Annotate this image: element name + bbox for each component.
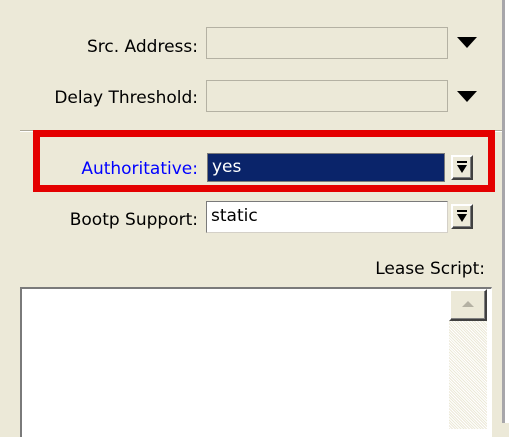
bootp-support-field[interactable]: static — [206, 201, 448, 233]
bootp-support-dropdown-button[interactable] — [451, 204, 473, 229]
src-address-dropdown-icon[interactable] — [457, 37, 477, 48]
src-address-field[interactable] — [206, 27, 448, 59]
scroll-up-icon — [462, 301, 474, 307]
bootp-support-label: Bootp Support: — [69, 210, 198, 230]
src-address-label: Src. Address: — [87, 37, 198, 57]
bootp-support-value: static — [211, 206, 258, 226]
lease-script-label: Lease Script: — [375, 259, 485, 279]
delay-threshold-field[interactable] — [206, 80, 448, 112]
dropdown-bar-icon — [457, 210, 467, 212]
delay-threshold-dropdown-icon[interactable] — [457, 91, 477, 102]
scroll-up-button[interactable] — [449, 289, 487, 321]
panel-border-light — [505, 0, 509, 423]
red-highlight-box — [33, 130, 495, 192]
lease-script-textarea[interactable] — [20, 287, 492, 437]
dropdown-arrow-icon — [457, 214, 467, 222]
delay-threshold-label: Delay Threshold: — [54, 88, 198, 108]
